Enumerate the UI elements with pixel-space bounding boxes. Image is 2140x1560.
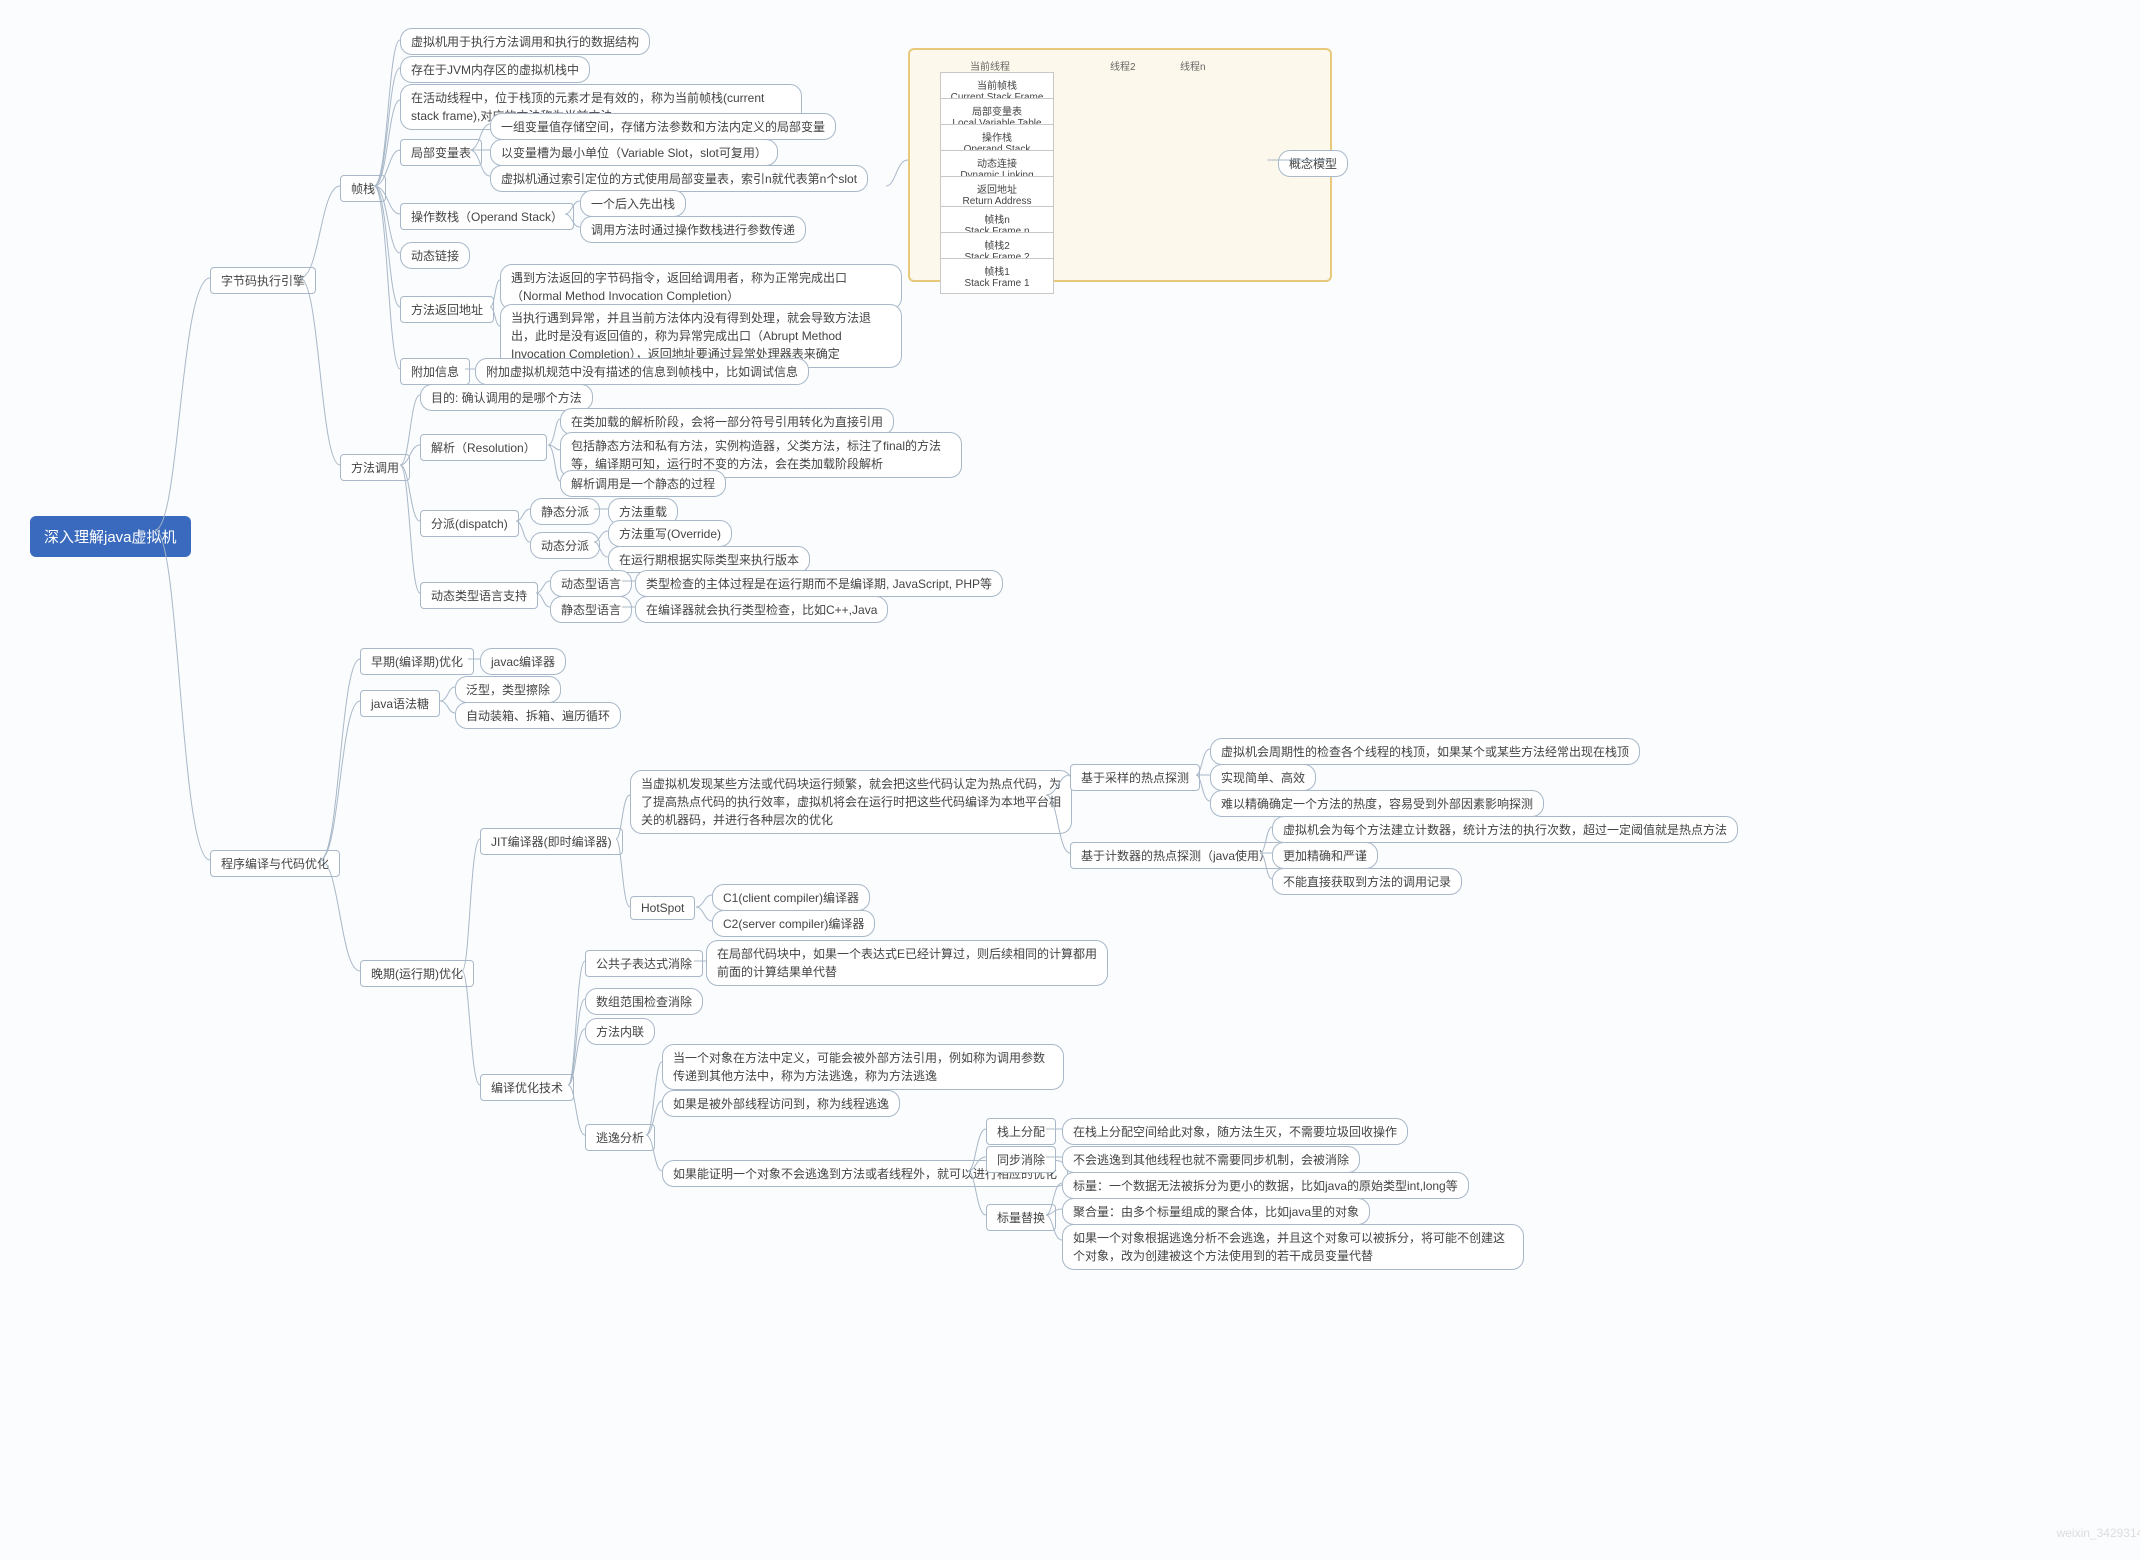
node-res[interactable]: 解析（Resolution） [420,434,547,461]
node-os[interactable]: 操作数栈（Operand Stack） [400,203,574,230]
leaf: 不能直接获取到方法的调用记录 [1272,868,1462,895]
leaf: 方法内联 [585,1018,655,1045]
node-disp[interactable]: 分派(dispatch) [420,510,519,537]
node-sample[interactable]: 基于采样的热点探测 [1070,764,1200,791]
leaf: 更加精确和严谨 [1272,842,1378,869]
leaf: C2(server compiler)编译器 [712,910,875,937]
leaf: 如果一个对象根据逃逸分析不会逃逸，并且这个对象可以被拆分，将可能不创建这个对象，… [1062,1224,1524,1270]
branch-compile[interactable]: 程序编译与代码优化 [210,850,340,877]
node-dl[interactable]: 动态链接 [400,242,470,269]
node-early[interactable]: 早期(编译期)优化 [360,648,474,675]
leaf: 标量：一个数据无法被拆分为更小的数据，比如java的原始类型int,long等 [1062,1172,1469,1199]
leaf: 静态分派 [530,498,600,525]
node-jit[interactable]: JIT编译器(即时编译器) [480,828,623,855]
root-node[interactable]: 深入理解java虚拟机 [30,516,191,557]
thread-label-1: 当前线程 [970,58,1010,73]
node-dyn[interactable]: 动态类型语言支持 [420,582,538,609]
leaf: 当一个对象在方法中定义，可能会被外部方法引用，例如称为调用参数传递到其他方法中，… [662,1044,1064,1090]
node-syn[interactable]: 同步消除 [986,1146,1056,1173]
leaf: 以变量槽为最小单位（Variable Slot，slot可复用） [490,139,778,166]
node-count[interactable]: 基于计数器的热点探测（java使用） [1070,842,1282,869]
node-ret[interactable]: 方法返回地址 [400,296,494,323]
leaf: 自动装箱、拆箱、遍历循环 [455,702,621,729]
node-hotspot[interactable]: HotSpot [630,896,695,920]
leaf: 在局部代码块中，如果一个表达式E已经计算过，则后续相同的计算都用前面的计算结果单… [706,940,1108,986]
leaf: 静态型语言 [550,596,632,623]
node-escape[interactable]: 逃逸分析 [585,1124,655,1151]
leaf: 在栈上分配空间给此对象，随方法生灭，不需要垃圾回收操作 [1062,1118,1408,1145]
node-sugar[interactable]: java语法糖 [360,690,440,717]
leaf: 虚拟机用于执行方法调用和执行的数据结构 [400,28,650,55]
leaf: 当虚拟机发现某些方法或代码块运行频繁，就会把这些代码认定为热点代码，为了提高热点… [630,770,1072,834]
concept-title: 概念模型 [1278,150,1348,177]
leaf: 不会逃逸到其他线程也就不需要同步机制，会被消除 [1062,1146,1360,1173]
leaf: 在编译器就会执行类型检查，比如C++,Java [635,596,888,623]
leaf: 附加虚拟机规范中没有描述的信息到帧栈中，比如调试信息 [475,358,809,385]
leaf: 如果是被外部线程访问到，称为线程逃逸 [662,1090,900,1117]
leaf: 方法重写(Override) [608,520,732,547]
node-late[interactable]: 晚期(运行期)优化 [360,960,474,987]
branch-bytecode[interactable]: 字节码执行引擎 [210,267,316,294]
node-lvt[interactable]: 局部变量表 [400,139,482,166]
leaf: 动态型语言 [550,570,632,597]
leaf: C1(client compiler)编译器 [712,884,870,911]
thread-label-n: 线程n [1180,58,1206,73]
leaf: 虚拟机会为每个方法建立计数器，统计方法的执行次数，超过一定阈值就是热点方法 [1272,816,1738,843]
leaf: 数组范围检查消除 [585,988,703,1015]
node-invoke[interactable]: 方法调用 [340,454,410,481]
leaf: 类型检查的主体过程是在运行期而不是编译期, JavaScript, PHP等 [635,570,1003,597]
thread-label-2: 线程2 [1110,58,1136,73]
node-cse[interactable]: 公共子表达式消除 [585,950,703,977]
leaf: 存在于JVM内存区的虚拟机栈中 [400,56,590,83]
leaf: 聚合量：由多个标量组成的聚合体，比如java里的对象 [1062,1198,1370,1225]
leaf: 在类加载的解析阶段，会将一部分符号引用转化为直接引用 [560,408,894,435]
node-frame[interactable]: 帧栈 [340,175,386,202]
leaf: javac编译器 [480,648,566,675]
leaf: 调用方法时通过操作数栈进行参数传递 [580,216,806,243]
node-add[interactable]: 附加信息 [400,358,470,385]
dia-sf1: 帧栈1Stack Frame 1 [940,258,1054,294]
node-tech[interactable]: 编译优化技术 [480,1074,574,1101]
leaf: 目的: 确认调用的是哪个方法 [420,384,593,411]
leaf: 虚拟机通过索引定位的方式使用局部变量表，索引n就代表第n个slot [490,165,868,192]
leaf: 难以精确确定一个方法的热度，容易受到外部因素影响探测 [1210,790,1544,817]
watermark: weixin_34293141 [2057,1526,2140,1540]
leaf: 在运行期根据实际类型来执行版本 [608,546,810,573]
leaf: 虚拟机会周期性的检查各个线程的栈顶，如果某个或某些方法经常出现在栈顶 [1210,738,1640,765]
node-scl[interactable]: 标量替换 [986,1204,1056,1231]
leaf: 泛型，类型擦除 [455,676,561,703]
leaf: 一个后入先出栈 [580,190,686,217]
leaf: 动态分派 [530,532,600,559]
node-stk[interactable]: 栈上分配 [986,1118,1056,1145]
leaf: 一组变量值存储空间，存储方法参数和方法内定义的局部变量 [490,113,836,140]
leaf: 解析调用是一个静态的过程 [560,470,726,497]
leaf: 实现简单、高效 [1210,764,1316,791]
